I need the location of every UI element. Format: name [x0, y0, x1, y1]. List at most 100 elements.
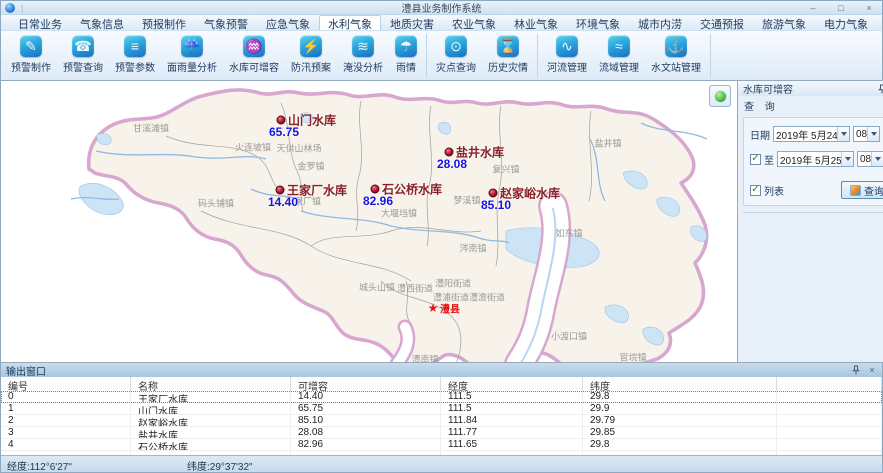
table-cell-filler — [777, 403, 882, 414]
tab-保险气象[interactable]: 保险气象 — [877, 15, 883, 30]
town-label: 码头铺镇 — [198, 197, 234, 210]
list-label: 列表 — [764, 183, 784, 198]
list-checkbox[interactable]: ✓ — [750, 185, 761, 196]
town-label: 复兴镇 — [492, 163, 519, 176]
reservoir-marker[interactable] — [276, 186, 285, 195]
table-cell: 28.08 — [291, 427, 441, 438]
table-row[interactable]: 3盐井水库28.08111.7729.85 — [1, 427, 882, 439]
table-cell: 65.75 — [291, 403, 441, 414]
ribbon-item-rain-condition[interactable]: ☂雨情 — [389, 33, 423, 79]
ribbon-item-label: 雨情 — [396, 59, 416, 74]
town-label: 涔南镇 — [459, 242, 486, 255]
table-row[interactable]: 0王家厂水库14.40111.529.8 — [1, 391, 882, 403]
map-panel[interactable]: 甘溪滩镇火连坡镇天供山林场金罗镇盐井镇码头铺镇王家厂镇复兴镇梦溪镇大堰垱镇涔南镇… — [1, 81, 738, 362]
ribbon-item-label: 淹没分析 — [343, 59, 383, 74]
status-bar: 经度:112°6'27" 纬度:29°37'32" — [1, 455, 882, 472]
reservoir-marker[interactable] — [277, 116, 286, 125]
table-cell: 111.77 — [441, 427, 583, 438]
town-label: 澧阳街道 — [435, 277, 471, 290]
ribbon-item-basin-management[interactable]: ≈ 流域管理 — [593, 33, 645, 79]
county-seat-star-icon: ★ — [428, 302, 439, 314]
tab-气象预警[interactable]: 气象预警 — [195, 15, 257, 30]
alert-create-icon: ✎ — [20, 35, 42, 57]
start-date-combo[interactable]: 2019年 5月24日 — [773, 126, 850, 142]
end-date-checkbox[interactable]: ✓ — [750, 154, 761, 165]
ribbon-group-separator — [710, 34, 711, 78]
tab-应急气象[interactable]: 应急气象 — [257, 15, 319, 30]
tab-城市内涝[interactable]: 城市内涝 — [629, 15, 691, 30]
table-row[interactable]: 4石公桥水库82.96111.6529.8 — [1, 439, 882, 451]
tab-交通预报[interactable]: 交通预报 — [691, 15, 753, 30]
chevron-down-icon[interactable] — [871, 152, 883, 166]
tab-农业气象[interactable]: 农业气象 — [443, 15, 505, 30]
tab-地质灾害[interactable]: 地质灾害 — [381, 15, 443, 30]
pin-icon[interactable] — [850, 364, 862, 376]
ribbon-item-disaster-history[interactable]: ⌛历史灾情 — [482, 33, 534, 79]
tab-预报制作[interactable]: 预报制作 — [133, 15, 195, 30]
table-cell: 111.65 — [441, 439, 583, 450]
output-title-bar: 输出窗口 × — [1, 363, 882, 377]
ribbon-item-label: 面雨量分析 — [167, 59, 217, 74]
pin-icon[interactable] — [876, 83, 883, 95]
query-groupbox: 日期 2019年 5月24日 08 时 ✓ 至 2019年 5月2 — [743, 117, 883, 206]
ribbon-item-alert-create[interactable]: ✎预警制作 — [5, 33, 57, 79]
chevron-down-icon[interactable] — [841, 152, 853, 166]
table-cell-filler — [777, 415, 882, 426]
reservoir-marker[interactable] — [371, 185, 380, 194]
reservoir-value: 14.40 — [268, 195, 298, 209]
start-hour-combo[interactable]: 08 — [853, 126, 880, 142]
table-cell: 0 — [1, 391, 131, 402]
end-hour-combo[interactable]: 08 — [857, 151, 883, 167]
table-cell: 4 — [1, 439, 131, 450]
table-cell: 石公桥水库 — [131, 439, 291, 450]
table-row[interactable]: 2赵家峪水库85.10111.8429.79 — [1, 415, 882, 427]
ribbon-item-flood-control-plan[interactable]: ⚡防汛预案 — [285, 33, 337, 79]
maximize-button[interactable]: □ — [832, 2, 850, 13]
town-label: 澧澹街道 — [469, 291, 505, 304]
tab-电力气象[interactable]: 电力气象 — [815, 15, 877, 30]
ribbon-item-river-management[interactable]: ∿河流管理 — [541, 33, 593, 79]
close-button[interactable]: × — [860, 2, 878, 13]
query-subtab[interactable]: 查 询 — [738, 96, 883, 115]
table-cell: 1 — [1, 403, 131, 414]
chevron-down-icon[interactable] — [867, 127, 879, 141]
table-cell: 14.40 — [291, 391, 441, 402]
alert-params-icon: ≡ — [124, 35, 146, 57]
ribbon-item-inundation-analysis[interactable]: ≋淹没分析 — [337, 33, 389, 79]
table-row[interactable]: 1山门水库65.75111.529.9 — [1, 403, 882, 415]
ribbon-item-label: 防汛预案 — [291, 59, 331, 74]
ribbon-item-disaster-point-query[interactable]: ⊙灾点查询 — [430, 33, 482, 79]
reservoir-marker[interactable] — [445, 148, 454, 157]
chevron-down-icon[interactable] — [837, 127, 849, 141]
tab-气象信息[interactable]: 气象信息 — [71, 15, 133, 30]
table-cell: 29.8 — [583, 439, 777, 450]
ribbon-item-alert-params[interactable]: ≡预警参数 — [109, 33, 161, 79]
table-cell: 王家厂水库 — [131, 391, 291, 402]
output-window: 输出窗口 × 编号名称可增容经度纬度 0王家厂水库14.40111.529.81… — [1, 362, 882, 455]
tab-林业气象[interactable]: 林业气象 — [505, 15, 567, 30]
query-button[interactable]: 查询 — [841, 181, 883, 199]
ribbon-item-label: 流域管理 — [599, 59, 639, 74]
basin-management-icon: ≈ — [608, 35, 630, 57]
ribbon-item-hydro-station-management[interactable]: ⚓水文站管理 — [645, 33, 707, 79]
output-title: 输出窗口 — [6, 363, 46, 378]
town-label: 金罗镇 — [297, 160, 324, 173]
green-orb-icon — [714, 90, 727, 103]
table-cell: 111.84 — [441, 415, 583, 426]
ribbon-item-reservoir-capacity[interactable]: ♒水库可增容 — [223, 33, 285, 79]
ribbon-item-areal-rainfall-analysis[interactable]: ☔面雨量分析 — [161, 33, 223, 79]
table-cell: 山门水库 — [131, 403, 291, 414]
map-locate-button[interactable] — [709, 85, 731, 107]
ribbon-item-label: 预警查询 — [63, 59, 103, 74]
tab-环境气象[interactable]: 环境气象 — [567, 15, 629, 30]
end-date-combo[interactable]: 2019年 5月25日 — [777, 151, 854, 167]
tab-日常业务[interactable]: 日常业务 — [9, 15, 71, 30]
reservoir-value: 28.08 — [437, 157, 467, 171]
tab-旅游气象[interactable]: 旅游气象 — [753, 15, 815, 30]
ribbon-item-alert-query[interactable]: ☎预警查询 — [57, 33, 109, 79]
output-close-icon[interactable]: × — [866, 364, 878, 376]
tab-水利气象[interactable]: 水利气象 — [319, 15, 381, 30]
table-cell: 29.9 — [583, 403, 777, 414]
reservoir-marker[interactable] — [489, 189, 498, 198]
minimize-button[interactable]: – — [804, 2, 822, 13]
